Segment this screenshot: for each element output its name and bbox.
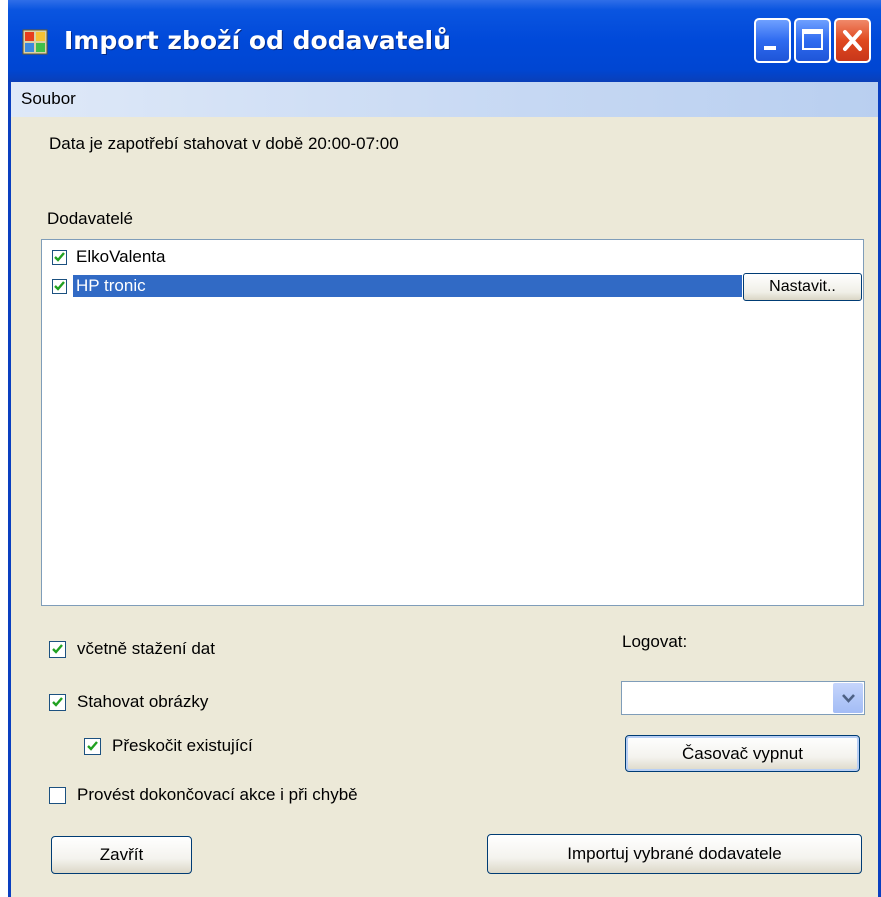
download-images-label: Stahovat obrázky — [77, 692, 209, 711]
supplier-checkbox[interactable] — [52, 250, 67, 265]
logging-label: Logovat: — [622, 632, 688, 651]
skip-existing-label: Přeskočit existující — [112, 736, 253, 755]
checkmark-icon — [52, 644, 63, 654]
download-images-checkbox[interactable] — [49, 694, 66, 711]
supplier-label: ElkoValenta — [76, 247, 166, 266]
close-icon — [843, 30, 862, 51]
minimize-icon — [764, 46, 776, 50]
list-item-selected[interactable]: HP tronic Nastavit.. — [43, 273, 862, 301]
minimize-button[interactable] — [754, 18, 791, 63]
include-download-label: včetně stažení dat — [77, 639, 215, 658]
checkmark-icon — [87, 741, 98, 751]
app-window-icon — [22, 29, 48, 55]
finalize-on-error-checkbox[interactable] — [49, 787, 66, 804]
maximize-icon — [802, 29, 823, 50]
close-window-button[interactable] — [834, 18, 871, 63]
info-text: Data je zapotřebí stahovat v době 20:00-… — [49, 134, 399, 153]
supplier-settings-button[interactable]: Nastavit.. — [743, 273, 862, 301]
timer-button[interactable]: Časovač vypnut — [625, 735, 860, 772]
close-button[interactable]: Zavřít — [51, 836, 192, 874]
dialog-client-area: Soubor Data je zapotřebí stahovat v době… — [11, 82, 878, 897]
finalize-on-error-label: Provést dokončovací akce i při chybě — [77, 785, 358, 804]
list-item[interactable]: ElkoValenta — [43, 244, 862, 270]
checkmark-icon — [54, 252, 65, 262]
supplier-checkbox[interactable] — [52, 279, 67, 294]
checkmark-icon — [52, 697, 63, 707]
logging-combo[interactable] — [621, 681, 865, 715]
import-button[interactable]: Importuj vybrané dodavatele — [487, 834, 862, 874]
window-title: Import zboží od dodavatelů — [64, 26, 451, 55]
title-bar[interactable]: Import zboží od dodavatelů — [8, 0, 881, 82]
menu-item-soubor[interactable]: Soubor — [21, 89, 76, 109]
combo-dropdown-button[interactable] — [833, 683, 863, 713]
suppliers-label: Dodavatelé — [47, 209, 134, 228]
window-frame: Import zboží od dodavatelů Soubor Data j… — [8, 0, 881, 897]
menu-bar: Soubor — [11, 82, 878, 117]
maximize-button[interactable] — [794, 18, 831, 63]
skip-existing-checkbox[interactable] — [84, 738, 101, 755]
supplier-list[interactable]: ElkoValenta HP tronic Nastavit.. — [41, 239, 864, 606]
supplier-label: HP tronic — [73, 275, 742, 297]
include-download-checkbox[interactable] — [49, 641, 66, 658]
checkmark-icon — [54, 281, 65, 291]
chevron-down-icon — [842, 694, 855, 703]
